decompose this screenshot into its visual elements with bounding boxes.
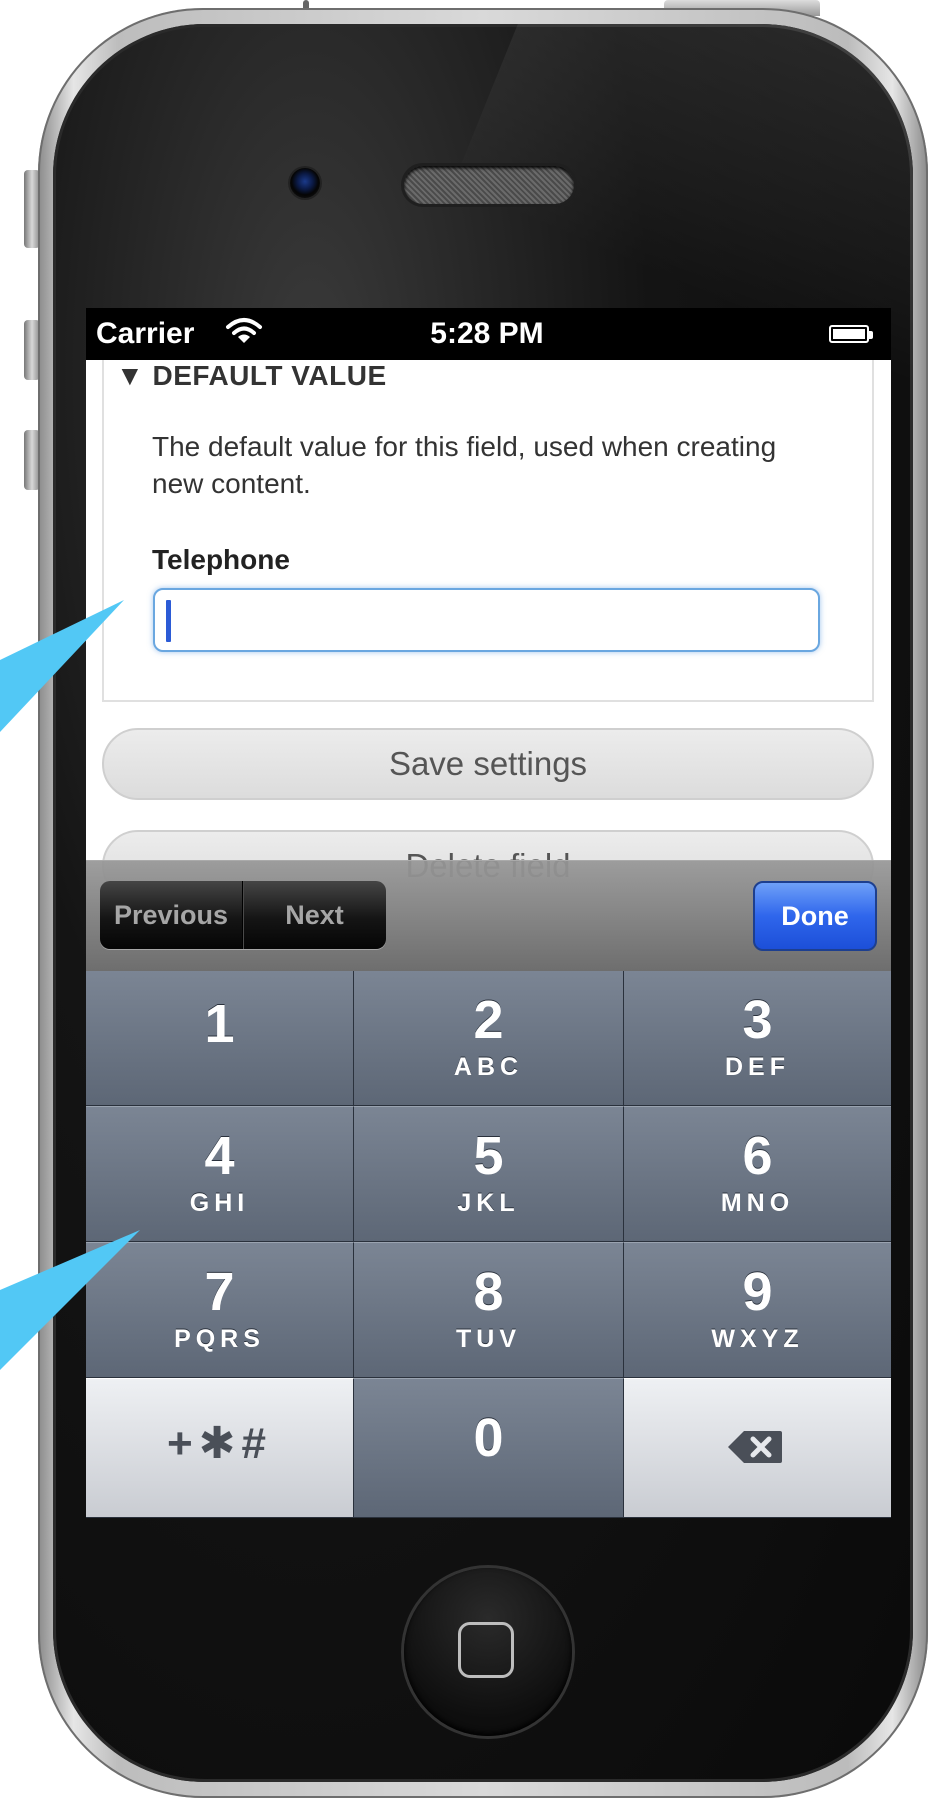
- key-digit: 9: [742, 1262, 773, 1322]
- key-2[interactable]: 2 ABC: [354, 970, 624, 1106]
- text-caret: [166, 600, 171, 642]
- key-letters: WXYZ: [711, 1325, 804, 1353]
- keyboard-accessory-toolbar: Previous Next Done: [86, 860, 891, 971]
- key-8[interactable]: 8 TUV: [354, 1242, 624, 1378]
- key-digit: 1: [204, 994, 235, 1054]
- status-time: 5:28 PM: [430, 317, 544, 350]
- key-letters: GHI: [189, 1189, 250, 1217]
- key-3[interactable]: 3 DEF: [624, 970, 891, 1106]
- status-bar: Carrier 5:28 PM: [86, 308, 891, 360]
- key-digit: 0: [473, 1408, 504, 1468]
- previous-button[interactable]: Previous: [100, 881, 243, 949]
- earpiece-speaker: [404, 166, 574, 204]
- key-digit: 3: [742, 990, 773, 1050]
- key-letters: MNO: [720, 1189, 795, 1217]
- key-6[interactable]: 6 MNO: [624, 1106, 891, 1242]
- front-camera: [290, 168, 320, 198]
- done-button[interactable]: Done: [753, 881, 877, 951]
- key-9[interactable]: 9 WXYZ: [624, 1242, 891, 1378]
- key-5[interactable]: 5 JKL: [354, 1106, 624, 1242]
- wifi-icon: [224, 314, 264, 356]
- previous-next-control: Previous Next: [100, 881, 386, 949]
- key-digit: 4: [204, 1126, 235, 1186]
- save-settings-button[interactable]: Save settings: [102, 728, 874, 800]
- phone-screen: Carrier 5:28 PM ▼ DEFAULT VALUE The defa…: [86, 308, 891, 1518]
- telephone-input[interactable]: [153, 588, 820, 652]
- telephone-label: Telephone: [152, 544, 290, 575]
- key-4[interactable]: 4 GHI: [86, 1106, 354, 1242]
- field-description: The default value for this field, used w…: [152, 431, 777, 499]
- section-title[interactable]: ▼ DEFAULT VALUE: [116, 360, 387, 392]
- next-button[interactable]: Next: [243, 881, 386, 949]
- key-letters: PQRS: [174, 1325, 265, 1353]
- key-letters: JKL: [457, 1189, 520, 1217]
- key-digit: 8: [473, 1262, 504, 1322]
- key-1[interactable]: 1: [86, 970, 354, 1106]
- carrier-label: Carrier: [96, 317, 195, 350]
- key-digit: 6: [742, 1126, 773, 1186]
- key-letters: ABC: [453, 1053, 524, 1081]
- key-digit: 7: [204, 1262, 235, 1322]
- backspace-key[interactable]: [624, 1378, 891, 1518]
- battery-icon: [829, 325, 873, 343]
- symbols-label: +✱#: [166, 1419, 273, 1468]
- backspace-icon: [726, 1429, 784, 1470]
- home-button-icon: [458, 1622, 514, 1678]
- home-button[interactable]: [404, 1568, 572, 1736]
- symbols-key[interactable]: +✱#: [86, 1378, 354, 1518]
- key-digit: 5: [473, 1126, 504, 1186]
- key-7[interactable]: 7 PQRS: [86, 1242, 354, 1378]
- key-letters: TUV: [456, 1325, 521, 1353]
- key-letters: DEF: [725, 1053, 790, 1081]
- key-0[interactable]: 0: [354, 1378, 624, 1518]
- phone-keypad: 1 2 ABC 3 DEF 4 GHI 5 JKL 6 MNO 7 PQRS 8 TUV 9 W…: [86, 970, 891, 1518]
- key-digit: 2: [473, 990, 504, 1050]
